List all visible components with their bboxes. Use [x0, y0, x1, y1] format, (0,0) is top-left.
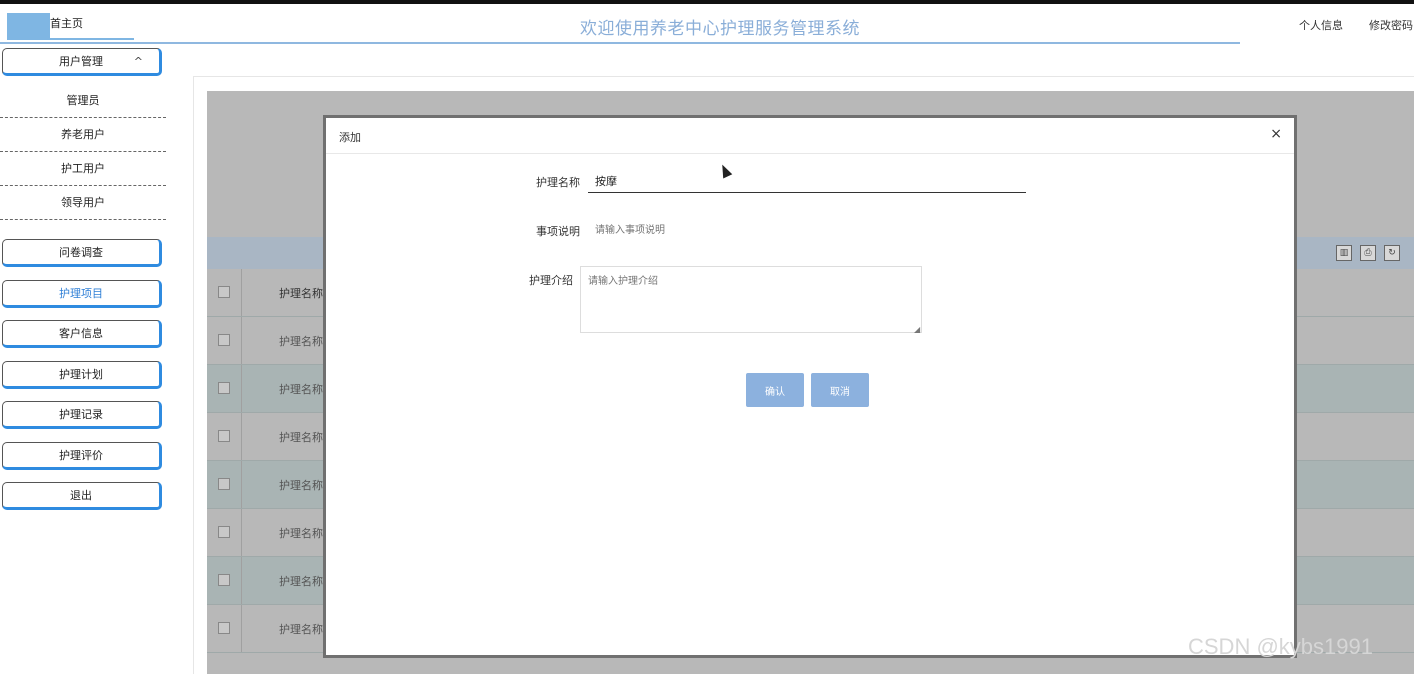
sidebar: 用户管理 ^ 管理员 养老用户 护工用户 领导用户 问卷调查 护理项目 客户信息…	[0, 44, 170, 674]
menu-care-evaluation[interactable]: 护理评价	[2, 442, 162, 470]
menu-care-record[interactable]: 护理记录	[2, 401, 162, 429]
dialog-title: 添加	[339, 131, 361, 144]
column-divider	[241, 365, 242, 412]
sidebar-item-admin[interactable]: 管理员	[0, 84, 166, 118]
cancel-button[interactable]: 取消	[811, 373, 869, 407]
menu-care-project[interactable]: 护理项目	[2, 280, 162, 308]
row-checkbox[interactable]	[218, 334, 230, 346]
column-divider	[241, 413, 242, 460]
care-intro-label: 护理介绍	[529, 274, 573, 287]
row-checkbox[interactable]	[218, 430, 230, 442]
menu-user-management[interactable]: 用户管理 ^	[2, 48, 162, 76]
table-cell: 护理名称	[279, 383, 323, 396]
row-checkbox[interactable]	[218, 382, 230, 394]
table-cell: 护理名称	[279, 335, 323, 348]
columns-icon[interactable]: ▥	[1336, 245, 1352, 261]
print-icon[interactable]: ⎙	[1360, 245, 1376, 261]
top-border	[0, 0, 1414, 4]
menu-customer-info[interactable]: 客户信息	[2, 320, 162, 348]
resize-grip-icon[interactable]: ◢	[914, 325, 920, 334]
item-description-input[interactable]	[588, 218, 1026, 242]
row-checkbox[interactable]	[218, 574, 230, 586]
add-dialog: 添加 × 护理名称 事项说明 护理介绍 ◢ 确认 取消	[323, 115, 1297, 658]
row-checkbox[interactable]	[218, 478, 230, 490]
column-divider	[241, 269, 242, 316]
sidebar-item-elderly-user[interactable]: 养老用户	[0, 118, 166, 152]
column-header-care-name: 护理名称	[279, 287, 323, 300]
table-cell: 护理名称	[279, 479, 323, 492]
column-divider	[241, 605, 242, 652]
care-name-label: 护理名称	[536, 176, 580, 189]
header-underline	[0, 42, 1240, 44]
menu-care-plan[interactable]: 护理计划	[2, 361, 162, 389]
confirm-button[interactable]: 确认	[746, 373, 804, 407]
table-cell: 护理名称	[279, 527, 323, 540]
column-divider	[241, 461, 242, 508]
column-divider	[241, 557, 242, 604]
close-icon[interactable]: ×	[1270, 126, 1282, 142]
row-checkbox[interactable]	[218, 526, 230, 538]
dialog-header: 添加 ×	[326, 118, 1294, 154]
care-name-input[interactable]	[588, 169, 1026, 193]
menu-logout[interactable]: 退出	[2, 482, 162, 510]
menu-survey[interactable]: 问卷调查	[2, 239, 162, 267]
sidebar-item-caregiver-user[interactable]: 护工用户	[0, 152, 166, 186]
care-intro-textarea[interactable]	[580, 266, 922, 333]
refresh-icon[interactable]: ↻	[1384, 245, 1400, 261]
table-cell: 护理名称	[279, 623, 323, 636]
row-checkbox[interactable]	[218, 622, 230, 634]
profile-link[interactable]: 个人信息	[1299, 17, 1343, 33]
chevron-up-icon: ^	[133, 55, 143, 68]
table-cell: 护理名称	[279, 575, 323, 588]
change-password-link[interactable]: 修改密码	[1369, 17, 1413, 33]
column-divider	[241, 509, 242, 556]
watermark: CSDN @kybs1991	[1188, 634, 1373, 659]
item-description-label: 事项说明	[536, 225, 580, 238]
sidebar-item-leader-user[interactable]: 领导用户	[0, 186, 166, 220]
column-divider	[241, 317, 242, 364]
table-cell: 护理名称	[279, 431, 323, 444]
select-all-checkbox[interactable]	[218, 286, 230, 298]
menu-label: 用户管理	[59, 55, 103, 68]
system-title: 欢迎使用养老中心护理服务管理系统	[580, 19, 860, 39]
top-header: 首主页 欢迎使用养老中心护理服务管理系统 个人信息 修改密码	[0, 0, 1414, 44]
